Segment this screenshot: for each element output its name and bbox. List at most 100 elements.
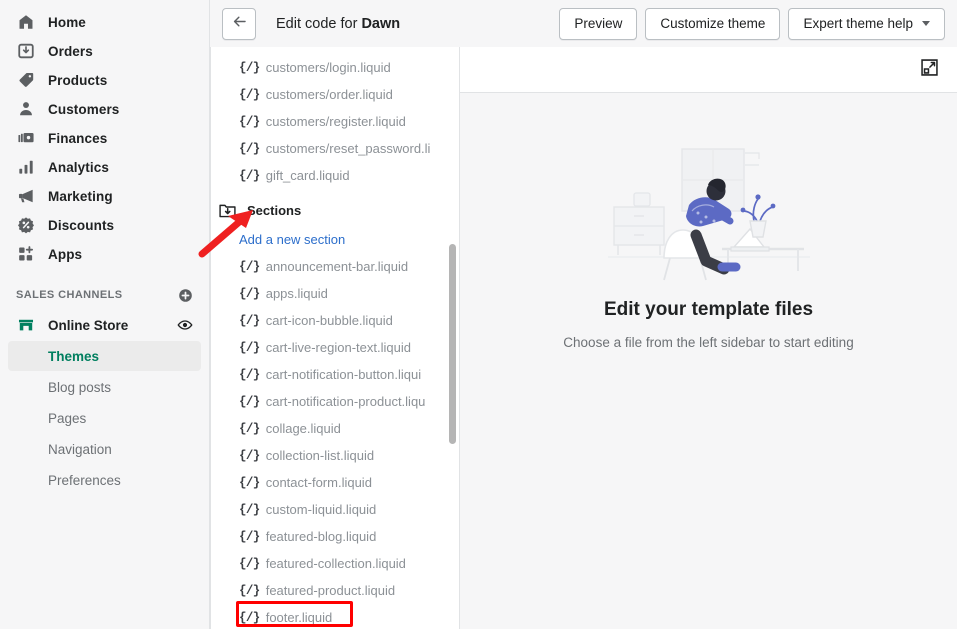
file-list-item[interactable]: {/} custom-liquid.liquid bbox=[211, 496, 459, 523]
liquid-file-icon: {/} bbox=[239, 556, 260, 571]
file-list-item[interactable]: {/} announcement-bar.liquid bbox=[211, 253, 459, 280]
folder-label: Sections bbox=[247, 202, 302, 218]
customize-theme-button[interactable]: Customize theme bbox=[645, 7, 781, 40]
file-list-item[interactable]: {/} featured-product.liquid bbox=[211, 577, 459, 604]
sidebar-item-navigation[interactable]: Navigation bbox=[8, 434, 201, 464]
sidebar-item-blog-posts[interactable]: Blog posts bbox=[8, 372, 201, 402]
sidebar-item-finances[interactable]: Finances bbox=[8, 124, 201, 152]
liquid-file-icon: {/} bbox=[239, 367, 260, 382]
file-list-scrollbar[interactable] bbox=[449, 244, 456, 444]
file-name: collection-list.liquid bbox=[265, 448, 375, 463]
file-list-item[interactable]: {/} cart-notification-product.liqu bbox=[211, 388, 459, 415]
page-title-theme: Dawn bbox=[361, 15, 401, 32]
plus-circle-icon[interactable] bbox=[178, 288, 193, 303]
file-name: customers/order.liquid bbox=[265, 87, 393, 102]
file-list-item[interactable]: {/} customers/login.liquid bbox=[211, 54, 459, 81]
sidebar-item-orders[interactable]: Orders bbox=[8, 37, 201, 65]
sidebar: Home Orders Products Customers Finances … bbox=[0, 0, 210, 629]
liquid-file-icon: {/} bbox=[239, 141, 260, 156]
folder-download-icon[interactable] bbox=[217, 200, 237, 220]
sidebar-item-home[interactable]: Home bbox=[8, 8, 201, 36]
sidebar-item-themes[interactable]: Themes bbox=[8, 341, 201, 371]
sidebar-item-analytics[interactable]: Analytics bbox=[8, 153, 201, 181]
sidebar-item-apps[interactable]: Apps bbox=[8, 240, 201, 268]
folder-sections[interactable]: Sections bbox=[211, 195, 459, 225]
sidebar-item-preferences[interactable]: Preferences bbox=[8, 465, 201, 495]
file-list-item[interactable]: {/} apps.liquid bbox=[211, 280, 459, 307]
liquid-file-icon: {/} bbox=[239, 60, 260, 75]
add-new-section-label: Add a new section bbox=[239, 231, 346, 247]
app-root: Home Orders Products Customers Finances … bbox=[0, 0, 957, 629]
sidebar-subitem-label: Preferences bbox=[48, 472, 121, 488]
liquid-file-icon: {/} bbox=[239, 87, 260, 102]
sidebar-item-online-store[interactable]: Online Store bbox=[8, 310, 201, 340]
back-button[interactable] bbox=[222, 7, 256, 40]
sidebar-item-pages[interactable]: Pages bbox=[8, 403, 201, 433]
sidebar-item-label: Marketing bbox=[48, 188, 113, 204]
file-name: collage.liquid bbox=[265, 421, 341, 436]
expand-fullscreen-icon bbox=[919, 57, 940, 83]
sidebar-item-label: Home bbox=[48, 14, 86, 30]
file-list-item[interactable]: {/} cart-notification-button.liqui bbox=[211, 361, 459, 388]
topbar: Edit code for Dawn Preview Customize the… bbox=[210, 0, 957, 47]
file-list-item[interactable]: {/} contact-form.liquid bbox=[211, 469, 459, 496]
sidebar-item-label: Analytics bbox=[48, 159, 109, 175]
sidebar-item-customers[interactable]: Customers bbox=[8, 95, 201, 123]
file-list-item[interactable]: {/} gift_card.liquid bbox=[211, 162, 459, 189]
discounts-tag-percent-icon bbox=[16, 215, 36, 235]
liquid-file-icon: {/} bbox=[239, 340, 260, 355]
file-list-item[interactable]: {/} customers/order.liquid bbox=[211, 81, 459, 108]
expert-theme-help-button[interactable]: Expert theme help bbox=[788, 7, 945, 40]
file-name: gift_card.liquid bbox=[265, 168, 350, 183]
file-name: cart-notification-product.liqu bbox=[265, 394, 426, 409]
sidebar-item-discounts[interactable]: Discounts bbox=[8, 211, 201, 239]
file-list-item[interactable]: {/} collection-list.liquid bbox=[211, 442, 459, 469]
orders-icon bbox=[16, 41, 36, 61]
sidebar-subitem-label: Navigation bbox=[48, 441, 112, 457]
sidebar-item-label: Finances bbox=[48, 130, 108, 146]
finances-cash-icon bbox=[16, 128, 36, 148]
liquid-file-icon: {/} bbox=[239, 448, 260, 463]
file-list-item[interactable]: {/} featured-collection.liquid bbox=[211, 550, 459, 577]
file-list-item[interactable]: {/} cart-live-region-text.liquid bbox=[211, 334, 459, 361]
file-list-item[interactable]: {/} cart-icon-bubble.liquid bbox=[211, 307, 459, 334]
sidebar-item-products[interactable]: Products bbox=[8, 66, 201, 94]
expand-fullscreen-button[interactable] bbox=[917, 58, 941, 82]
editor-empty-state: Edit your template files Choose a file f… bbox=[460, 93, 957, 629]
file-name: customers/login.liquid bbox=[265, 60, 391, 75]
home-icon bbox=[16, 12, 36, 32]
sidebar-item-label: Apps bbox=[48, 246, 83, 262]
file-name: customers/register.liquid bbox=[265, 114, 406, 129]
file-name: cart-icon-bubble.liquid bbox=[265, 313, 393, 328]
file-name: cart-notification-button.liqui bbox=[265, 367, 422, 382]
chevron-down-icon bbox=[922, 21, 930, 26]
add-new-section-link[interactable]: Add a new section bbox=[211, 225, 459, 253]
sales-channels-title: SALES CHANNELS bbox=[16, 289, 123, 301]
file-name: apps.liquid bbox=[265, 286, 328, 301]
online-store-label: Online Store bbox=[48, 317, 129, 333]
file-name: featured-blog.liquid bbox=[265, 529, 377, 544]
file-name: featured-collection.liquid bbox=[265, 556, 406, 571]
liquid-file-icon: {/} bbox=[239, 313, 260, 328]
file-name: custom-liquid.liquid bbox=[265, 502, 377, 517]
expert-theme-help-button-label: Expert theme help bbox=[803, 16, 913, 31]
preview-button[interactable]: Preview bbox=[559, 7, 638, 40]
liquid-file-icon: {/} bbox=[239, 421, 260, 436]
sidebar-subitem-label: Blog posts bbox=[48, 379, 112, 395]
file-list-item[interactable]: {/} customers/register.liquid bbox=[211, 108, 459, 135]
sidebar-item-label: Products bbox=[48, 72, 108, 88]
file-list-panel: {/} customers/login.liquid {/} customers… bbox=[210, 47, 460, 629]
topbar-actions: Preview Customize theme Expert theme hel… bbox=[559, 7, 945, 40]
eye-icon[interactable] bbox=[177, 317, 193, 333]
file-list-item[interactable]: {/} customers/reset_password.li bbox=[211, 135, 459, 162]
products-tag-icon bbox=[16, 70, 36, 90]
file-list-item[interactable]: {/} featured-blog.liquid bbox=[211, 523, 459, 550]
file-list: {/} customers/login.liquid {/} customers… bbox=[211, 47, 459, 629]
liquid-file-icon: {/} bbox=[239, 475, 260, 490]
file-list-item[interactable]: {/} collage.liquid bbox=[211, 415, 459, 442]
apps-grid-plus-icon bbox=[16, 244, 36, 264]
sidebar-item-label: Customers bbox=[48, 101, 120, 117]
sidebar-item-marketing[interactable]: Marketing bbox=[8, 182, 201, 210]
sidebar-subitem-label: Themes bbox=[48, 348, 100, 364]
file-name: featured-product.liquid bbox=[265, 583, 396, 598]
